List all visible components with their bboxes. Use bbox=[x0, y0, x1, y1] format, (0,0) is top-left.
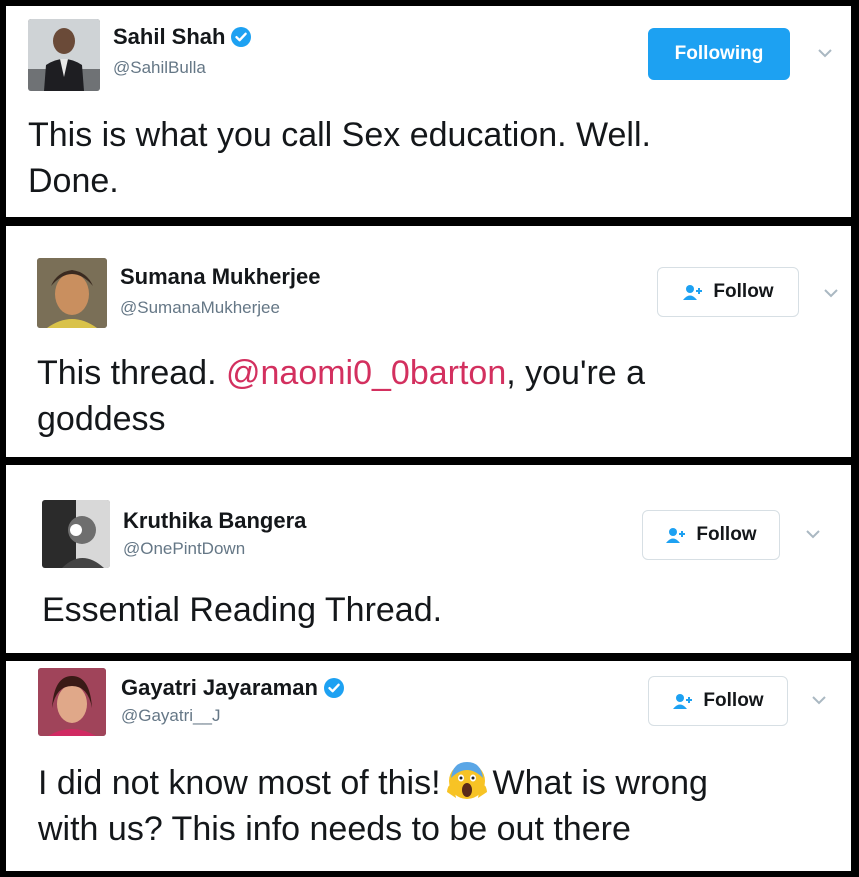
tweet-text: This thread. @naomi0_0barton, you're a g… bbox=[37, 354, 646, 438]
follow-button[interactable]: Follow bbox=[642, 510, 780, 560]
avatar[interactable] bbox=[28, 19, 100, 91]
tweet-text: Essential Reading Thread. bbox=[42, 591, 443, 629]
mention-link[interactable]: @naomi0_0barton bbox=[226, 354, 506, 392]
user-handle[interactable]: @Gayatri__J bbox=[121, 706, 220, 726]
tweet-card-3: Kruthika Bangera @OnePintDown Follow Ess… bbox=[6, 465, 851, 653]
tweet-text: I did not know most of this! What is wron… bbox=[38, 758, 708, 852]
display-name[interactable]: Gayatri Jayaraman bbox=[121, 675, 344, 701]
chevron-down-icon[interactable] bbox=[805, 529, 821, 539]
chevron-down-icon[interactable] bbox=[811, 695, 827, 705]
add-user-icon bbox=[673, 694, 693, 709]
follow-button[interactable]: Follow bbox=[657, 267, 799, 317]
avatar[interactable] bbox=[37, 258, 107, 328]
display-name[interactable]: Kruthika Bangera bbox=[123, 508, 306, 534]
verified-badge-icon bbox=[323, 678, 344, 698]
verified-badge-icon bbox=[231, 27, 252, 47]
display-name[interactable]: Sahil Shah bbox=[113, 24, 252, 50]
add-user-icon bbox=[666, 528, 686, 543]
chevron-down-icon[interactable] bbox=[817, 48, 833, 58]
add-user-icon bbox=[683, 285, 703, 300]
tweet-text: This is what you call Sex education. Wel… bbox=[28, 116, 651, 200]
user-handle[interactable]: @SumanaMukherjee bbox=[120, 298, 280, 318]
avatar[interactable] bbox=[42, 500, 110, 568]
user-handle[interactable]: @SahilBulla bbox=[113, 58, 206, 78]
tweet-card-2: Sumana Mukherjee @SumanaMukherjee Follow… bbox=[6, 226, 851, 457]
display-name[interactable]: Sumana Mukherjee bbox=[120, 264, 321, 290]
chevron-down-icon[interactable] bbox=[823, 288, 839, 298]
tweet-card-4: Gayatri Jayaraman @Gayatri__J Follow I d… bbox=[6, 661, 851, 871]
avatar[interactable] bbox=[38, 668, 106, 736]
tweet-card-1: Sahil Shah @SahilBulla Following This is… bbox=[6, 6, 851, 217]
user-handle[interactable]: @OnePintDown bbox=[123, 539, 245, 559]
screaming-face-emoji bbox=[446, 762, 487, 799]
following-button[interactable]: Following bbox=[648, 28, 790, 80]
follow-button[interactable]: Follow bbox=[648, 676, 788, 726]
